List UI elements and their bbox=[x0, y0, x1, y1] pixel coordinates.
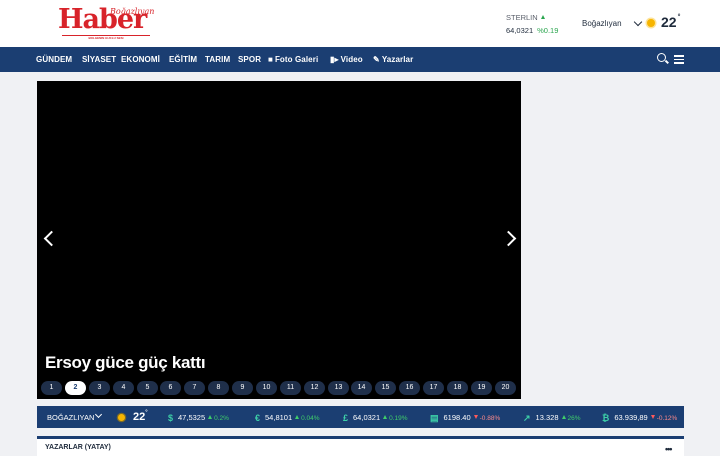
slide-title[interactable]: Ersoy güce güç kattı bbox=[45, 353, 206, 373]
page-button[interactable]: 17 bbox=[423, 381, 444, 395]
arrow-up-icon bbox=[208, 415, 213, 419]
page-button[interactable]: 6 bbox=[160, 381, 181, 395]
page-button[interactable]: 5 bbox=[137, 381, 158, 395]
currency-change: %0.19 bbox=[537, 26, 559, 35]
dollar-icon: $ bbox=[168, 413, 174, 423]
chevron-down-icon[interactable] bbox=[94, 410, 103, 419]
arrow-up-icon bbox=[295, 415, 300, 419]
nav-item-video[interactable]: ▮▸ Video bbox=[330, 55, 363, 64]
nav-item-gundem[interactable]: GÜNDEM bbox=[36, 55, 72, 64]
more-dots-icon[interactable]: ••• bbox=[665, 444, 673, 454]
euro-icon: € bbox=[255, 413, 261, 423]
currency-value: 64,0321 bbox=[506, 26, 534, 35]
gold-icon: ▤ bbox=[430, 413, 439, 423]
top-header: Haber Boğazlıyan BOLGENIN GUCLU SESI STE… bbox=[0, 0, 720, 47]
page-button[interactable]: 7 bbox=[184, 381, 205, 395]
page-button[interactable]: 8 bbox=[208, 381, 229, 395]
menu-icon[interactable] bbox=[674, 55, 684, 64]
sun-icon bbox=[118, 414, 125, 421]
ticker-item-btc[interactable]: ₿ 63.939,89 -0.12% bbox=[602, 413, 677, 423]
nav-item-yazarlar[interactable]: ✎ Yazarlar bbox=[373, 55, 413, 64]
main-nav: GÜNDEM SİYASET EKONOMİ EĞİTİM TARIM SPOR… bbox=[0, 47, 720, 72]
market-ticker: BOĞAZLIYAN 22° $47,5325 0.2% €54,8101 0.04… bbox=[37, 406, 684, 428]
page-button[interactable]: 10 bbox=[256, 381, 277, 395]
chart-icon: ↗ bbox=[523, 413, 531, 423]
nav-item-tarim[interactable]: TARIM bbox=[205, 55, 230, 64]
currency-widget[interactable]: STERLIN 64,0321 %0.19 bbox=[506, 13, 558, 35]
video-icon: ▮▸ bbox=[330, 55, 339, 64]
arrow-up-icon bbox=[383, 415, 388, 419]
arrow-up-icon bbox=[561, 415, 566, 419]
page-button[interactable]: 1 bbox=[41, 381, 62, 395]
arrow-down-icon bbox=[650, 415, 655, 419]
page-button[interactable]: 20 bbox=[495, 381, 516, 395]
page-button[interactable]: 18 bbox=[447, 381, 468, 395]
sun-icon bbox=[647, 19, 655, 27]
ticker-item-gold[interactable]: ▤ 6198.40 -0.88% bbox=[430, 413, 500, 424]
city-selector[interactable]: Boğazlıyan bbox=[582, 19, 622, 28]
nav-item-siyaset[interactable]: SİYASET bbox=[82, 55, 116, 64]
logo-slogan: BOLGENIN GUCLU SESI bbox=[62, 35, 150, 40]
chevron-down-icon[interactable] bbox=[633, 17, 643, 27]
page-button[interactable]: 13 bbox=[328, 381, 349, 395]
weather-temperature: 22° bbox=[661, 14, 681, 30]
page-button[interactable]: 11 bbox=[280, 381, 301, 395]
headline-slider[interactable]: Ersoy güce güç kattı 1 2 3 4 5 6 7 8 9 1… bbox=[37, 81, 521, 399]
logo-city: Boğazlıyan bbox=[110, 7, 155, 16]
page-button[interactable]: 15 bbox=[375, 381, 396, 395]
page-button[interactable]: 3 bbox=[89, 381, 110, 395]
page-button[interactable]: 4 bbox=[113, 381, 134, 395]
site-logo[interactable]: Haber Boğazlıyan BOLGENIN GUCLU SESI bbox=[58, 5, 155, 41]
search-icon[interactable] bbox=[657, 53, 666, 62]
page-button-active[interactable]: 2 bbox=[65, 381, 86, 395]
chevron-right-icon[interactable] bbox=[500, 230, 517, 247]
nav-item-foto-galeri[interactable]: ■ Foto Galeri bbox=[268, 55, 318, 64]
pound-icon: £ bbox=[343, 413, 349, 423]
nav-item-egitim[interactable]: EĞİTİM bbox=[169, 55, 197, 64]
camera-icon: ■ bbox=[268, 55, 273, 64]
arrow-down-icon bbox=[473, 415, 478, 419]
ticker-item-gbp[interactable]: £64,0321 0.19% bbox=[343, 413, 408, 423]
page-button[interactable]: 12 bbox=[304, 381, 325, 395]
nav-item-spor[interactable]: SPOR bbox=[238, 55, 261, 64]
ticker-temperature: 22° bbox=[133, 410, 148, 423]
sidebar-space bbox=[528, 81, 684, 399]
authors-section: YAZARLAR (YATAY) ••• bbox=[37, 436, 684, 456]
ticker-item-usd[interactable]: $47,5325 0.2% bbox=[168, 413, 229, 423]
currency-name: STERLIN bbox=[506, 13, 538, 22]
ticker-item-eur[interactable]: €54,8101 0.04% bbox=[255, 413, 320, 423]
chevron-left-icon[interactable] bbox=[43, 230, 60, 247]
bitcoin-icon: ₿ bbox=[602, 413, 610, 423]
page-button[interactable]: 19 bbox=[471, 381, 492, 395]
nav-item-ekonomi[interactable]: EKONOMİ bbox=[121, 55, 160, 64]
page-button[interactable]: 16 bbox=[399, 381, 420, 395]
arrow-up-icon bbox=[540, 15, 545, 19]
page-button[interactable]: 14 bbox=[351, 381, 372, 395]
pen-icon: ✎ bbox=[373, 55, 380, 64]
slider-pager: 1 2 3 4 5 6 7 8 9 10 11 12 13 14 15 16 1… bbox=[41, 381, 517, 395]
ticker-city[interactable]: BOĞAZLIYAN bbox=[47, 413, 94, 422]
ticker-item-bist[interactable]: ↗ 13.328 26% bbox=[523, 413, 581, 424]
page-button[interactable]: 9 bbox=[232, 381, 253, 395]
